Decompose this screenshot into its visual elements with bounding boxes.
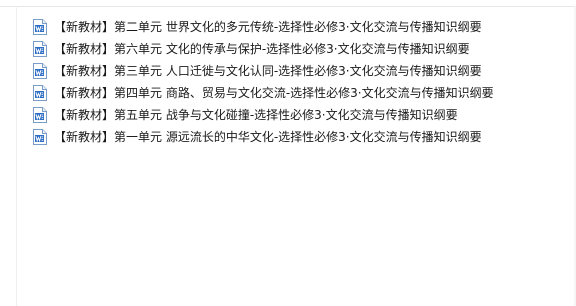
- file-item[interactable]: 【新教材】第一单元 源远流长的中华文化-选择性必修3·文化交流与传播知识纲要: [28, 126, 568, 148]
- file-name: 【新教材】第三单元 人口迁徙与文化认同-选择性必修3·文化交流与传播知识纲要: [54, 64, 482, 78]
- file-item[interactable]: 【新教材】第四单元 商路、贸易与文化交流-选择性必修3·文化交流与传播知识纲要: [28, 82, 568, 104]
- column-header-bar: [0, 0, 576, 7]
- file-name: 【新教材】第二单元 世界文化的多元传统-选择性必修3·文化交流与传播知识纲要: [54, 20, 482, 34]
- file-list: 【新教材】第二单元 世界文化的多元传统-选择性必修3·文化交流与传播知识纲要 【…: [28, 16, 568, 148]
- word-doc-icon: [33, 107, 47, 123]
- file-name: 【新教材】第六单元 文化的传承与保护-选择性必修3·文化交流与传播知识纲要: [54, 42, 470, 56]
- file-name: 【新教材】第四单元 商路、贸易与文化交流-选择性必修3·文化交流与传播知识纲要: [54, 86, 494, 100]
- file-explorer-window: 【新教材】第二单元 世界文化的多元传统-选择性必修3·文化交流与传播知识纲要 【…: [0, 0, 576, 306]
- word-doc-icon: [33, 19, 47, 35]
- word-doc-icon: [33, 63, 47, 79]
- word-doc-icon: [33, 129, 47, 145]
- file-item[interactable]: 【新教材】第五单元 战争与文化碰撞-选择性必修3·文化交流与传播知识纲要: [28, 104, 568, 126]
- navigation-pane-edge: [16, 6, 17, 306]
- word-doc-icon: [33, 41, 47, 57]
- file-name: 【新教材】第五单元 战争与文化碰撞-选择性必修3·文化交流与传播知识纲要: [54, 108, 458, 122]
- word-doc-icon: [33, 85, 47, 101]
- file-item[interactable]: 【新教材】第二单元 世界文化的多元传统-选择性必修3·文化交流与传播知识纲要: [28, 16, 568, 38]
- file-item[interactable]: 【新教材】第三单元 人口迁徙与文化认同-选择性必修3·文化交流与传播知识纲要: [28, 60, 568, 82]
- file-name: 【新教材】第一单元 源远流长的中华文化-选择性必修3·文化交流与传播知识纲要: [54, 130, 482, 144]
- file-item[interactable]: 【新教材】第六单元 文化的传承与保护-选择性必修3·文化交流与传播知识纲要: [28, 38, 568, 60]
